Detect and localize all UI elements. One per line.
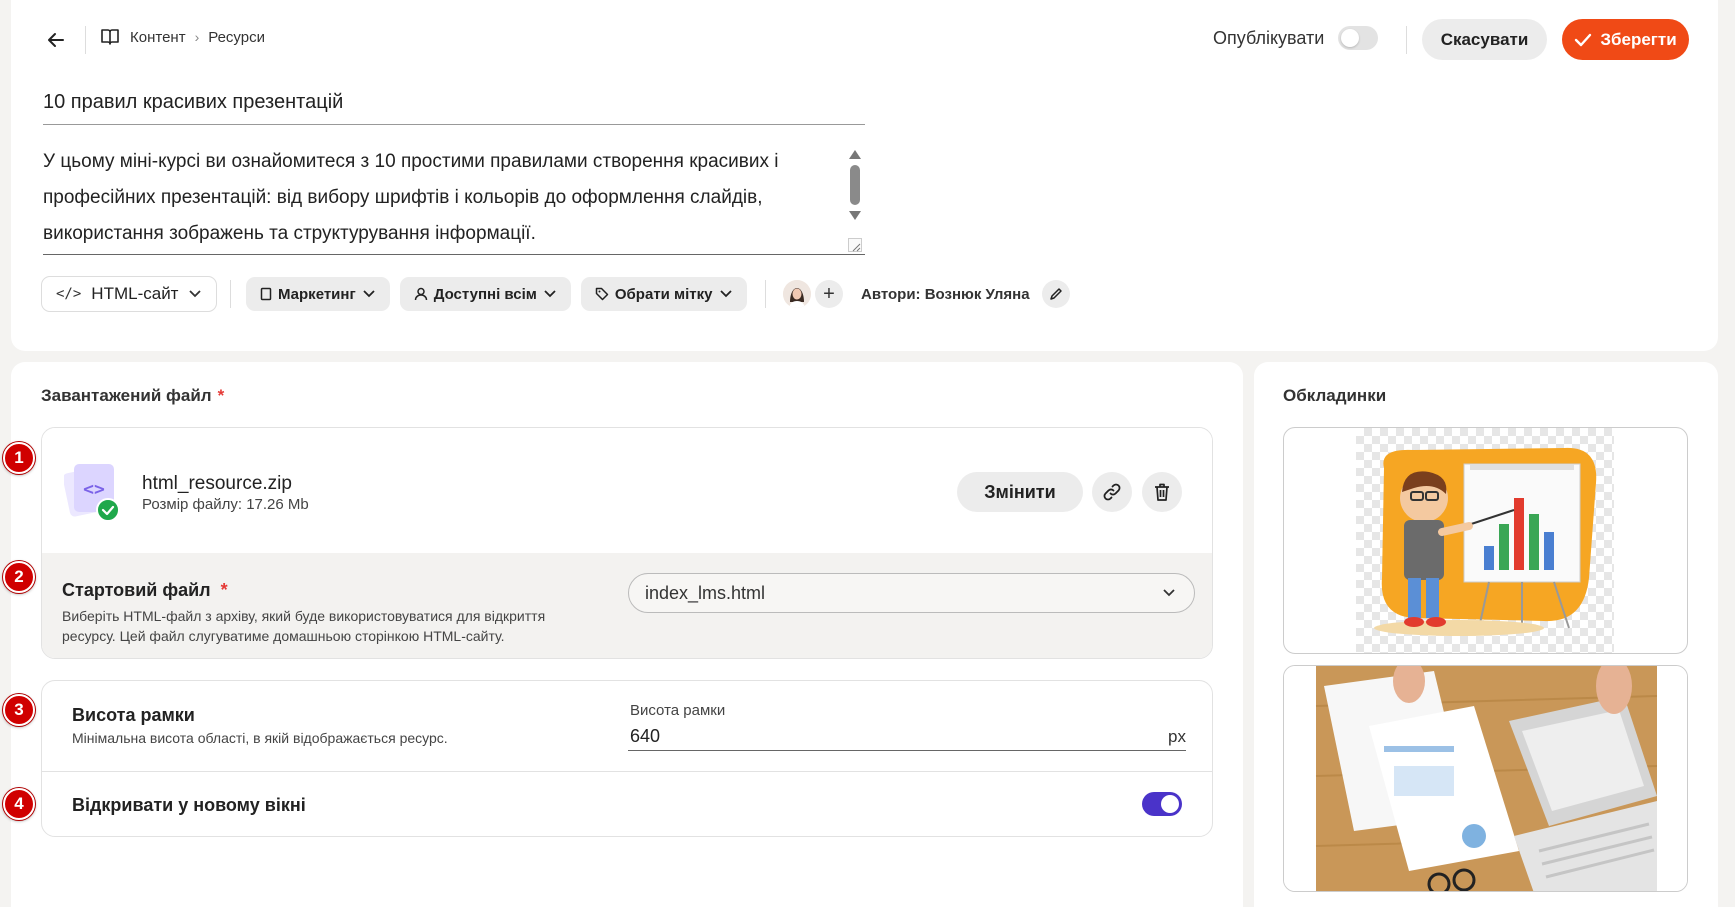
frame-height-value: 640	[630, 726, 661, 746]
divider	[765, 280, 766, 308]
authors-group: + Автори: Вознюк Уляна	[783, 280, 1070, 308]
covers-title: Обкладинки	[1283, 386, 1387, 405]
publish-toggle[interactable]	[1338, 26, 1379, 50]
delete-file-button[interactable]	[1142, 472, 1182, 512]
svg-text:<>: <>	[83, 479, 105, 500]
user-icon	[414, 287, 427, 301]
chevron-down-icon	[719, 290, 732, 298]
frame-height-unit: px	[1168, 726, 1186, 746]
display-settings-panel: Висота рамки Мінімальна висота області, …	[41, 680, 1213, 837]
change-file-button[interactable]: Змінити	[957, 472, 1083, 512]
scroll-thumb[interactable]	[850, 165, 860, 205]
avatar[interactable]	[783, 280, 811, 308]
new-window-label: Відкривати у новому вікні	[72, 795, 306, 815]
tag-icon	[595, 287, 609, 301]
arrow-left-icon	[48, 33, 64, 47]
resize-handle-icon[interactable]	[848, 238, 862, 252]
start-file-select[interactable]: index_lms.html	[628, 573, 1195, 613]
meta-chips-row: </> HTML-сайт	[41, 276, 218, 312]
divider	[85, 26, 86, 54]
tag-dropdown[interactable]: Обрати мітку	[580, 277, 747, 311]
edit-authors-button[interactable]	[1041, 280, 1070, 308]
uploaded-file-title: Завантажений файл *	[41, 386, 225, 405]
pencil-icon	[1049, 288, 1062, 300]
cover-image-workspace[interactable]	[1283, 665, 1688, 892]
presenter-illustration	[1356, 428, 1614, 653]
add-author-button[interactable]: +	[815, 280, 843, 308]
description-underline	[43, 254, 865, 255]
workspace-photo	[1284, 666, 1687, 891]
start-file-row: Стартовий файл * Виберіть HTML-файл з арх…	[42, 553, 1212, 658]
access-dropdown[interactable]: Доступні всім	[399, 277, 571, 311]
step-marker-3: 3	[3, 694, 35, 726]
back-button[interactable]	[42, 26, 70, 54]
chevron-down-icon	[189, 290, 202, 298]
file-panel: <> html_resource.zip Розмір файлу: 17.26…	[41, 427, 1213, 659]
change-file-label: Змінити	[984, 481, 1056, 502]
divider	[1406, 26, 1407, 54]
chevron-down-icon	[363, 290, 375, 298]
chevron-down-icon	[1163, 589, 1175, 597]
frame-height-help: Мінімальна висота області, в якій відобр…	[72, 730, 448, 746]
start-file-help: Виберіть HTML-файл з архіву, який буде в…	[62, 608, 546, 644]
new-window-toggle[interactable]	[1142, 792, 1182, 816]
step-marker-4: 4	[3, 788, 35, 820]
access-label: Доступні всім	[433, 285, 537, 303]
file-size: Розмір файлу: 17.26 Mb	[142, 496, 309, 513]
title-input[interactable]: 10 правил красивих презентацій	[43, 91, 865, 125]
step-marker-2: 2	[3, 561, 35, 593]
save-label: Зберегти	[1600, 29, 1677, 49]
divider	[42, 771, 1212, 772]
type-label: HTML-сайт	[91, 284, 179, 303]
breadcrumb-item-resources[interactable]: Ресурси	[208, 29, 265, 46]
required-mark: *	[217, 386, 225, 405]
frame-height-input[interactable]: 640 px	[628, 723, 1186, 751]
frame-height-field-label: Висота рамки	[630, 702, 726, 719]
cancel-button[interactable]: Скасувати	[1422, 19, 1547, 60]
file-name: html_resource.zip	[142, 473, 292, 494]
copy-link-button[interactable]	[1092, 472, 1132, 512]
start-file-value: index_lms.html	[645, 582, 766, 603]
description-textarea[interactable]: У цьому міні-курсі ви ознайомитеся з 10 …	[43, 144, 833, 252]
save-button[interactable]: Зберегти	[1562, 19, 1689, 60]
link-icon	[1103, 483, 1121, 501]
chevron-right-icon: ›	[194, 29, 200, 45]
book-icon	[101, 29, 119, 45]
breadcrumb-item-content[interactable]: Контент	[130, 29, 186, 46]
cover-image-presentation[interactable]	[1283, 427, 1688, 654]
divider	[230, 280, 231, 308]
plus-icon: +	[823, 282, 835, 305]
authors-label: Автори: Вознюк Уляна	[861, 285, 1030, 303]
tag-label: Обрати мітку	[614, 285, 713, 303]
publish-toggle-group: Опублікувати	[1213, 26, 1379, 50]
file-row: <> html_resource.zip Розмір файлу: 17.26…	[42, 428, 1212, 553]
zip-file-icon: <>	[64, 464, 120, 522]
cancel-label: Скасувати	[1440, 29, 1529, 49]
category-dropdown[interactable]: Маркетинг	[246, 277, 390, 311]
code-icon: </>	[56, 286, 82, 302]
trash-icon	[1155, 483, 1169, 501]
scroll-up-icon[interactable]	[849, 150, 861, 159]
category-label: Маркетинг	[278, 285, 356, 303]
checkmark-icon	[1575, 33, 1592, 46]
breadcrumb: Контент › Ресурси	[100, 28, 265, 46]
required-mark: *	[220, 580, 228, 600]
chevron-down-icon	[544, 290, 556, 298]
publish-label: Опублікувати	[1213, 27, 1325, 48]
filter-chips: Маркетинг Доступні всім Обрати мітку	[246, 277, 747, 311]
step-marker-1: 1	[3, 442, 35, 474]
frame-height-label: Висота рамки	[72, 705, 195, 725]
start-file-label: Стартовий файл *	[62, 580, 228, 600]
bookmark-icon	[260, 287, 272, 301]
scroll-down-icon[interactable]	[849, 211, 861, 220]
type-dropdown[interactable]: </> HTML-сайт	[41, 276, 218, 312]
